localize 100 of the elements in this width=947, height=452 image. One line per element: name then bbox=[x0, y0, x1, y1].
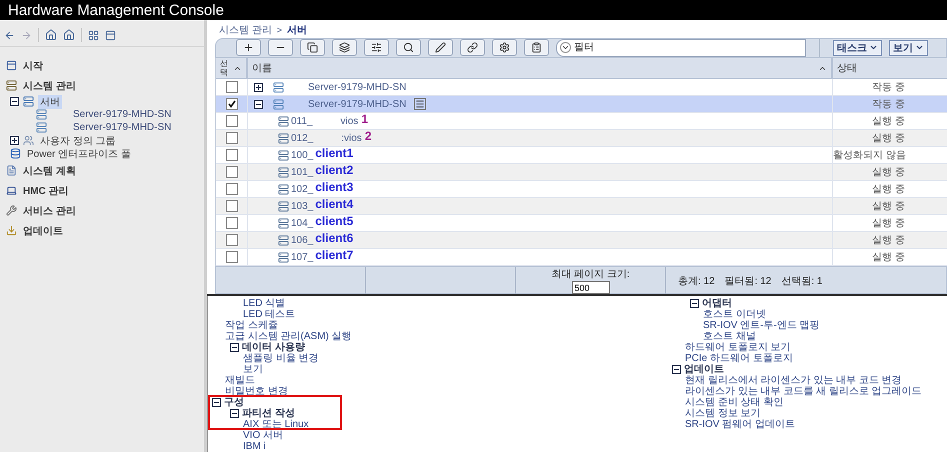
task-link[interactable]: 호스트 이더넷 bbox=[703, 309, 766, 320]
table-row[interactable]: 011_ vios 1 실행 중 bbox=[216, 113, 947, 130]
table-row[interactable]: 102_ client3 실행 중 bbox=[216, 181, 947, 198]
search-button[interactable] bbox=[396, 39, 421, 56]
status-text: 작동 중 bbox=[872, 98, 905, 111]
server-icon bbox=[273, 98, 284, 110]
link-icon bbox=[467, 42, 478, 54]
nav-item[interactable]: 시작 bbox=[21, 58, 45, 72]
task-link[interactable]: 라이센스가 있는 내부 코드를 새 릴리스로 업그레이드 bbox=[685, 386, 922, 397]
table-row[interactable]: 100_ client1 활성화되지 않음 bbox=[216, 147, 947, 164]
expand-icon[interactable] bbox=[254, 82, 263, 92]
checkbox[interactable] bbox=[226, 81, 238, 93]
partition-id: 012_ bbox=[291, 132, 314, 144]
nav-item[interactable]: 사용자 정의 그룹 bbox=[38, 134, 118, 148]
task-link[interactable]: 재빌드 bbox=[225, 375, 255, 386]
server-name[interactable]: Server-9179-MHD-SN bbox=[308, 82, 406, 92]
task-link[interactable]: 고급 시스템 관리(ASM) 실행 bbox=[225, 331, 352, 342]
menu-button[interactable]: 태스크 bbox=[833, 40, 882, 56]
nav-item[interactable]: 서버 bbox=[38, 94, 62, 108]
task-link[interactable]: 비밀번호 변경 bbox=[225, 386, 288, 397]
table-row[interactable]: Server-9179-MHD-SN 작동 중 bbox=[216, 79, 947, 96]
table-row[interactable]: 106_ client6 실행 중 bbox=[216, 232, 947, 249]
grid-button[interactable] bbox=[88, 30, 99, 40]
nav-item[interactable]: Server-9179-MHD-SN bbox=[71, 122, 174, 133]
partition-name[interactable]: vios bbox=[340, 116, 358, 126]
checkbox[interactable] bbox=[226, 98, 238, 110]
nav-item[interactable]: HMC 관리 bbox=[21, 184, 71, 198]
nav-item[interactable]: 업데이트 bbox=[21, 224, 65, 238]
checkbox[interactable] bbox=[226, 217, 238, 229]
checkbox[interactable] bbox=[226, 183, 238, 195]
copy-button[interactable] bbox=[300, 39, 325, 56]
checkbox[interactable] bbox=[226, 234, 238, 246]
nav-item[interactable]: 시스템 관리 bbox=[21, 78, 78, 92]
table-row[interactable]: 104_ client5 실행 중 bbox=[216, 215, 947, 232]
collapse-icon[interactable] bbox=[672, 365, 681, 374]
filter-field[interactable]: 필터 bbox=[556, 38, 806, 57]
task-link[interactable]: 하드웨어 토폴로지 보기 bbox=[685, 342, 791, 353]
checkbox[interactable] bbox=[226, 166, 238, 178]
add-button[interactable] bbox=[236, 39, 261, 56]
back-button[interactable] bbox=[4, 30, 15, 40]
page-size-field[interactable]: 500 bbox=[572, 281, 610, 294]
partition-id: 011_ bbox=[291, 116, 313, 126]
table-row[interactable]: 012_ :vios 2 실행 중 bbox=[216, 130, 947, 147]
task-link[interactable]: LED 테스트 bbox=[243, 309, 296, 320]
checkbox[interactable] bbox=[226, 115, 238, 127]
sliders-button[interactable] bbox=[364, 39, 389, 56]
checkbox[interactable] bbox=[226, 149, 238, 161]
partition-id: 104_ bbox=[291, 218, 314, 228]
nav-item[interactable]: 서비스 관리 bbox=[21, 204, 78, 218]
pen-button[interactable] bbox=[428, 39, 453, 56]
checkbox[interactable] bbox=[226, 200, 238, 212]
checkbox[interactable] bbox=[226, 251, 238, 263]
task-link[interactable]: AIX 또는 Linux bbox=[243, 419, 309, 430]
table-row[interactable]: 103_ client4 실행 중 bbox=[216, 198, 947, 215]
breadcrumb-link[interactable]: 시스템 관리 bbox=[219, 22, 272, 37]
task-link[interactable]: LED 식별 bbox=[243, 298, 286, 309]
nav-item[interactable]: Power 엔터프라이즈 풀 bbox=[25, 146, 133, 160]
collapse-icon[interactable] bbox=[254, 100, 263, 108]
menu-icon[interactable] bbox=[414, 98, 426, 110]
collapse-icon[interactable] bbox=[212, 398, 221, 407]
task-link[interactable]: 현재 릴리스에서 라이센스가 있는 내부 코드 변경 bbox=[685, 375, 902, 386]
link-button[interactable] bbox=[460, 39, 485, 56]
table-row[interactable]: Server-9179-MHD-SN 작동 중 bbox=[216, 96, 947, 113]
nav-item[interactable]: 시스템 계획 bbox=[21, 164, 78, 178]
expand-icon[interactable] bbox=[10, 136, 19, 145]
task-link[interactable]: SR-IOV 엔트-투-엔드 맵핑 bbox=[703, 320, 820, 331]
task-link[interactable]: 시스템 준비 상태 확인 bbox=[685, 397, 784, 408]
server-name[interactable]: Server-9179-MHD-SN bbox=[308, 98, 406, 110]
layers-button[interactable] bbox=[332, 39, 357, 56]
table-row[interactable]: 101_ client2 실행 중 bbox=[216, 164, 947, 181]
checkbox[interactable] bbox=[226, 132, 238, 144]
collapse-icon[interactable] bbox=[230, 343, 239, 352]
task-link[interactable]: 시스템 정보 보기 bbox=[685, 408, 761, 419]
annotation-label: client5 bbox=[315, 214, 354, 228]
collapse-icon[interactable] bbox=[690, 299, 699, 308]
home-icon bbox=[45, 29, 57, 41]
nav-item[interactable]: Server-9179-MHD-SN bbox=[71, 109, 174, 120]
task-link[interactable]: 호스트 채널 bbox=[703, 331, 756, 342]
task-link[interactable]: PCIe 하드웨어 토폴로지 bbox=[685, 353, 793, 364]
clipboard-button[interactable] bbox=[524, 39, 549, 56]
partition-name[interactable]: :vios bbox=[341, 132, 362, 144]
dropdown-icon[interactable] bbox=[560, 42, 571, 54]
settings-button[interactable] bbox=[492, 39, 517, 56]
clipboard-icon bbox=[531, 42, 542, 54]
laptop-icon bbox=[6, 185, 17, 196]
task-link[interactable]: 작업 스케쥴 bbox=[225, 320, 278, 331]
home-button[interactable] bbox=[45, 29, 57, 41]
panel-button[interactable] bbox=[105, 30, 116, 40]
collapse-icon[interactable] bbox=[230, 409, 239, 418]
house-icon bbox=[63, 29, 75, 41]
task-link[interactable]: 샘플링 비율 변경 bbox=[243, 353, 319, 364]
annotation-label: client4 bbox=[315, 197, 354, 211]
house-button[interactable] bbox=[63, 29, 75, 41]
collapse-icon[interactable] bbox=[10, 97, 19, 106]
table-row[interactable]: 107_ client7 실행 중 bbox=[216, 249, 947, 266]
task-link[interactable]: IBM i bbox=[243, 441, 266, 452]
task-link[interactable]: SR-IOV 펌웨어 업데이트 bbox=[685, 419, 796, 430]
task-link[interactable]: VIO 서버 bbox=[243, 430, 284, 441]
task-link[interactable]: 보기 bbox=[243, 364, 263, 375]
menu-button[interactable]: 보기 bbox=[889, 40, 928, 56]
